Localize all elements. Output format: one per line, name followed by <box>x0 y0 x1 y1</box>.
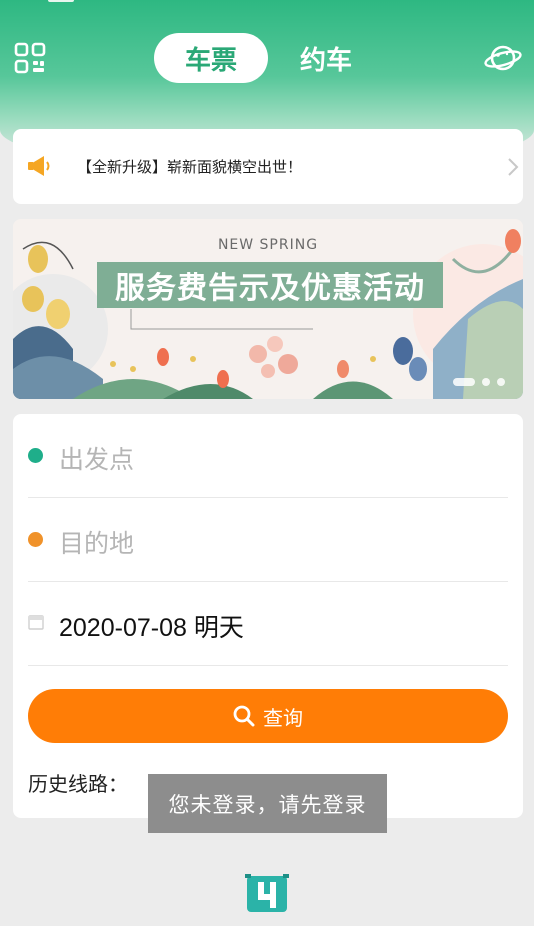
carousel-indicator <box>453 378 505 386</box>
tab-ride-booking[interactable]: 约车 <box>268 33 384 83</box>
planet-icon[interactable] <box>484 40 522 76</box>
carousel-dot <box>497 378 505 386</box>
query-button-label: 查询 <box>263 705 303 730</box>
chevron-right-icon <box>507 157 519 177</box>
announcement-bar[interactable]: 【全新升级】崭新面貌横空出世！ <box>13 129 523 204</box>
query-button[interactable]: 查询 <box>28 689 508 743</box>
megaphone-icon <box>27 155 53 177</box>
departure-placeholder: 出发点 <box>59 445 135 474</box>
status-bar-indicator <box>48 0 74 2</box>
calendar-icon <box>28 614 44 630</box>
carousel-dot-active <box>453 378 475 386</box>
destination-field[interactable]: 目的地 <box>28 498 508 582</box>
promo-banner[interactable]: NEW SPRING 服务费告示及优惠活动 <box>13 219 523 399</box>
carousel-dot <box>482 378 490 386</box>
destination-dot-icon <box>28 532 43 547</box>
tab-bar: 车票 约车 <box>154 33 384 83</box>
ticket-search-form: 出发点 目的地 2020-07-08 明天 查询 历史线路： <box>13 414 523 818</box>
banner-title: 服务费告示及优惠活动 <box>97 262 443 308</box>
tab-tickets[interactable]: 车票 <box>154 33 268 83</box>
departure-dot-icon <box>28 448 43 463</box>
app-logo-icon <box>244 870 290 916</box>
departure-field[interactable]: 出发点 <box>28 414 508 498</box>
qr-code-icon[interactable] <box>14 42 46 74</box>
banner-subtitle: NEW SPRING <box>217 237 319 253</box>
announcement-text: 【全新升级】崭新面貌横空出世！ <box>77 158 303 176</box>
login-toast: 您未登录，请先登录 <box>148 774 387 833</box>
date-value: 2020-07-08 明天 <box>59 614 244 642</box>
history-routes-label: 历史线路： <box>28 772 128 796</box>
search-icon <box>233 705 255 727</box>
date-field[interactable]: 2020-07-08 明天 <box>28 582 508 666</box>
destination-placeholder: 目的地 <box>59 529 135 558</box>
top-bar: 车票 约车 <box>0 30 534 86</box>
